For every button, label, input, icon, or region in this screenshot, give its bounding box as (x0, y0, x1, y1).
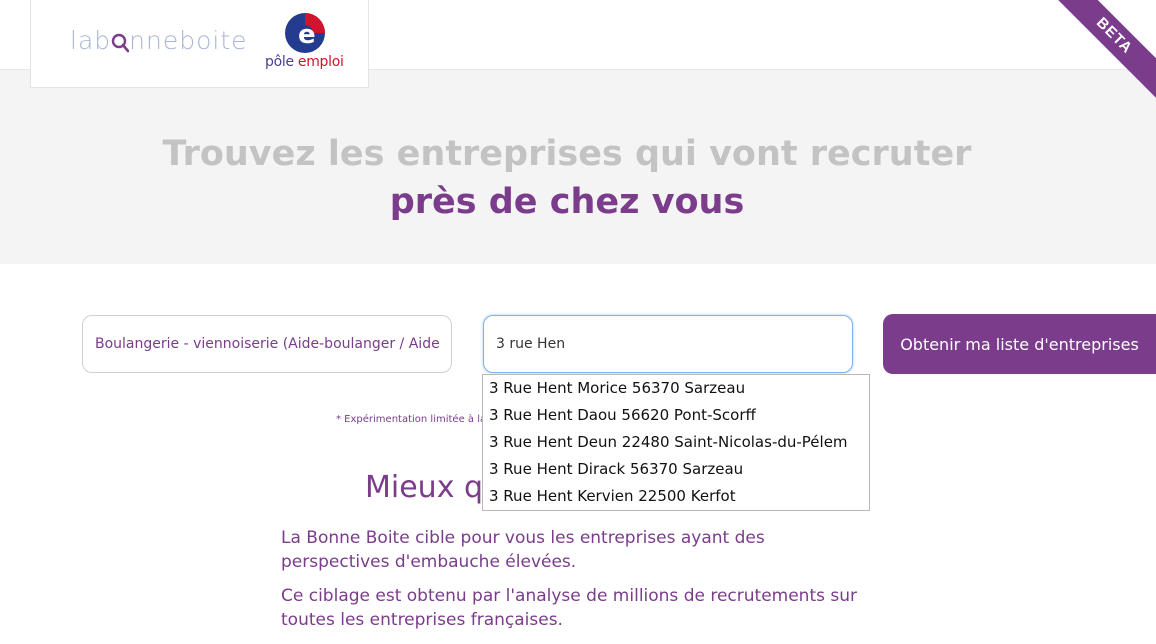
location-autocomplete-list: 3 Rue Hent Morice 56370 Sarzeau 3 Rue He… (482, 374, 870, 511)
hero-title: Trouvez les entreprises qui vont recrute… (162, 134, 972, 174)
site-header: lab nneboite e pôle emploi BETA (0, 0, 1156, 103)
hero-subtitle: près de chez vous (389, 182, 745, 222)
footnote-text: * Expérimentation limitée à la F (336, 414, 496, 425)
autocomplete-item[interactable]: 3 Rue Hent Morice 56370 Sarzeau (483, 375, 869, 402)
method-paragraph: Ce ciblage est obtenu par l'analyse de m… (281, 586, 857, 630)
autocomplete-item[interactable]: 3 Rue Hent Kervien 22500 Kerfot (483, 483, 869, 510)
intro-paragraph: La Bonne Boite cible pour vous les entre… (281, 528, 765, 572)
autocomplete-item[interactable]: 3 Rue Hent Dirack 56370 Sarzeau (483, 456, 869, 483)
magnifier-icon (111, 31, 130, 53)
logo-link[interactable]: lab nneboite e pôle emploi (30, 0, 369, 88)
pole-emploi-label: pôle emploi (265, 54, 344, 70)
hero-banner: Trouvez les entreprises qui vont recrute… (0, 70, 1156, 264)
labonneboite-logo: lab nneboite (70, 26, 248, 55)
autocomplete-item[interactable]: 3 Rue Hent Deun 22480 Saint-Nicolas-du-P… (483, 429, 869, 456)
location-search-input[interactable] (483, 315, 853, 373)
get-companies-button[interactable]: Obtenir ma liste d'entreprises (883, 314, 1156, 374)
svg-text:e: e (298, 20, 316, 50)
autocomplete-item[interactable]: 3 Rue Hent Daou 56620 Pont-Scorff (483, 402, 869, 429)
job-search-input[interactable] (82, 315, 452, 373)
